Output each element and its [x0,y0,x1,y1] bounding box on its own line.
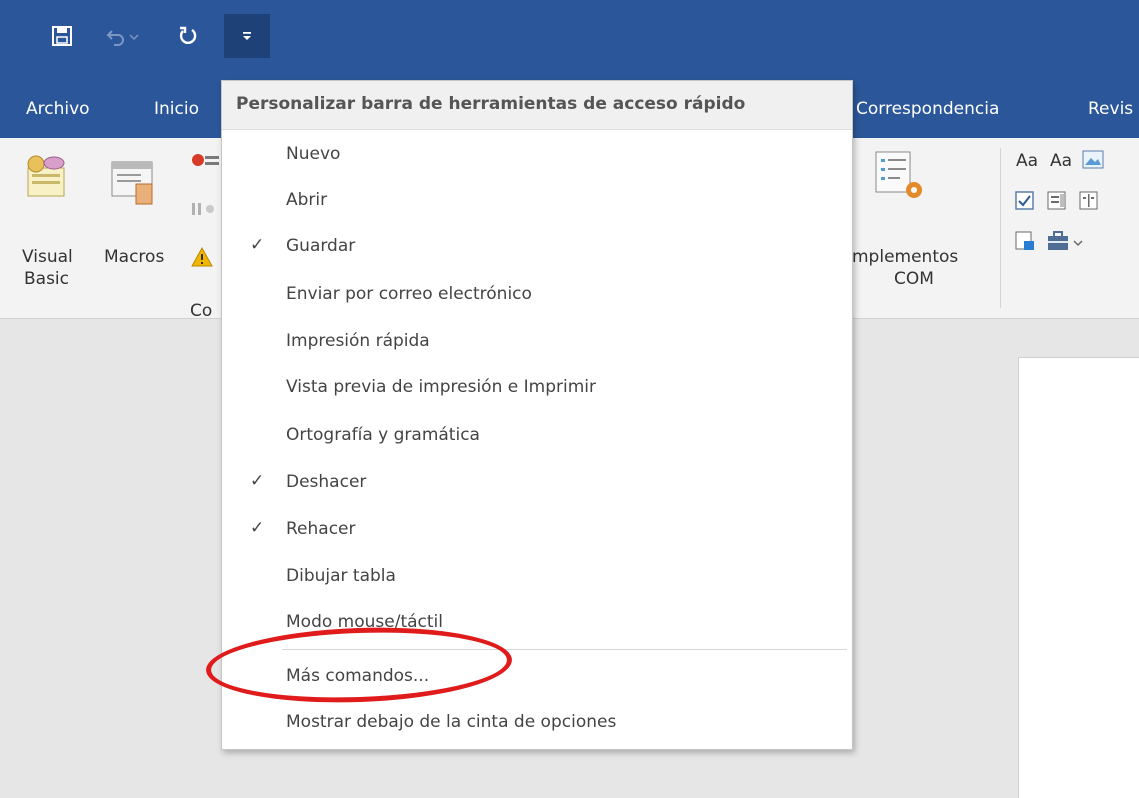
pause-icon[interactable] [190,200,220,220]
com-addins-label-2: COM [894,269,934,289]
customize-qat-icon [243,32,251,40]
menu-item-label: Abrir [286,190,328,210]
plain-text-control[interactable]: Aa [1050,150,1072,172]
redo-icon [179,26,197,44]
tab-archivo[interactable]: Archivo [26,80,90,138]
menu-header: Personalizar barra de herramientas de ac… [222,81,852,130]
checkmark-icon: ✓ [250,471,265,491]
macros-button[interactable] [108,158,158,212]
combo-box-control-icon[interactable] [1046,190,1068,212]
building-block-control-icon[interactable] [1014,230,1036,252]
undo-button[interactable] [102,14,146,58]
menu-item-label: Deshacer [286,472,367,492]
menu-item-ortografia[interactable]: Ortografía y gramática [222,414,852,460]
com-addins-label-1: mplementos [852,247,959,267]
checkmark-icon: ✓ [250,235,265,255]
redo-button[interactable] [170,14,206,58]
tab-inicio[interactable]: Inicio [154,80,199,138]
menu-item-mostrar-debajo[interactable]: Mostrar debajo de la cinta de opciones [222,701,852,747]
save-icon [52,26,72,46]
tab-revisar[interactable]: Revis [1088,80,1133,138]
menu-item-label: Enviar por correo electrónico [286,284,532,304]
macro-security-icon[interactable] [190,246,220,270]
menu-item-label: Dibujar tabla [286,566,396,586]
menu-item-label: Impresión rápida [286,331,430,351]
picture-control-icon[interactable] [1082,150,1104,170]
com-addins-button[interactable] [868,150,928,210]
rich-text-control[interactable]: Aa [1016,150,1038,172]
menu-item-enviar-correo[interactable]: Enviar por correo electrónico [222,273,852,319]
customize-qat-button[interactable] [224,14,270,58]
visual-basic-label-2: Basic [24,269,70,289]
menu-item-deshacer[interactable]: ✓ Deshacer [222,461,852,507]
checkmark-icon: ✓ [250,518,265,538]
menu-item-dibujar-tabla[interactable]: Dibujar tabla [222,555,852,601]
menu-item-label: Guardar [286,236,356,256]
ribbon-group-divider [1000,148,1001,308]
save-button[interactable] [44,14,80,58]
title-bar [0,0,1139,80]
menu-item-rehacer[interactable]: ✓ Rehacer [222,508,852,554]
menu-item-label: Rehacer [286,519,356,539]
checkbox-control-icon[interactable] [1014,190,1036,212]
document-page[interactable] [1018,357,1139,798]
menu-header-title: Personalizar barra de herramientas de ac… [236,94,746,114]
menu-item-vista-previa[interactable]: Vista previa de impresión e Imprimir [222,366,852,412]
menu-item-guardar[interactable]: ✓ Guardar [222,225,852,271]
dropdown-control-icon[interactable] [1078,190,1100,212]
legacy-tools-icon[interactable] [1046,230,1086,252]
menu-item-label: Nuevo [286,144,341,164]
macros-icon [111,161,153,205]
visual-basic-button[interactable] [22,154,68,204]
menu-item-impresion-rapida[interactable]: Impresión rápida [222,320,852,366]
macros-label: Macros [104,247,165,267]
undo-icon [106,30,139,46]
menu-item-label: Mostrar debajo de la cinta de opciones [286,712,617,732]
visual-basic-label-1: Visual [22,247,73,267]
com-addins-icon [875,151,922,198]
visual-basic-icon [27,155,65,197]
menu-item-nuevo[interactable]: Nuevo [222,133,852,179]
record-macro-icon[interactable] [190,152,220,178]
menu-item-label: Vista previa de impresión e Imprimir [286,377,596,397]
menu-item-label: Ortografía y gramática [286,425,480,445]
menu-item-abrir[interactable]: Abrir [222,179,852,225]
tab-correspondencia[interactable]: Correspondencia [856,80,999,138]
